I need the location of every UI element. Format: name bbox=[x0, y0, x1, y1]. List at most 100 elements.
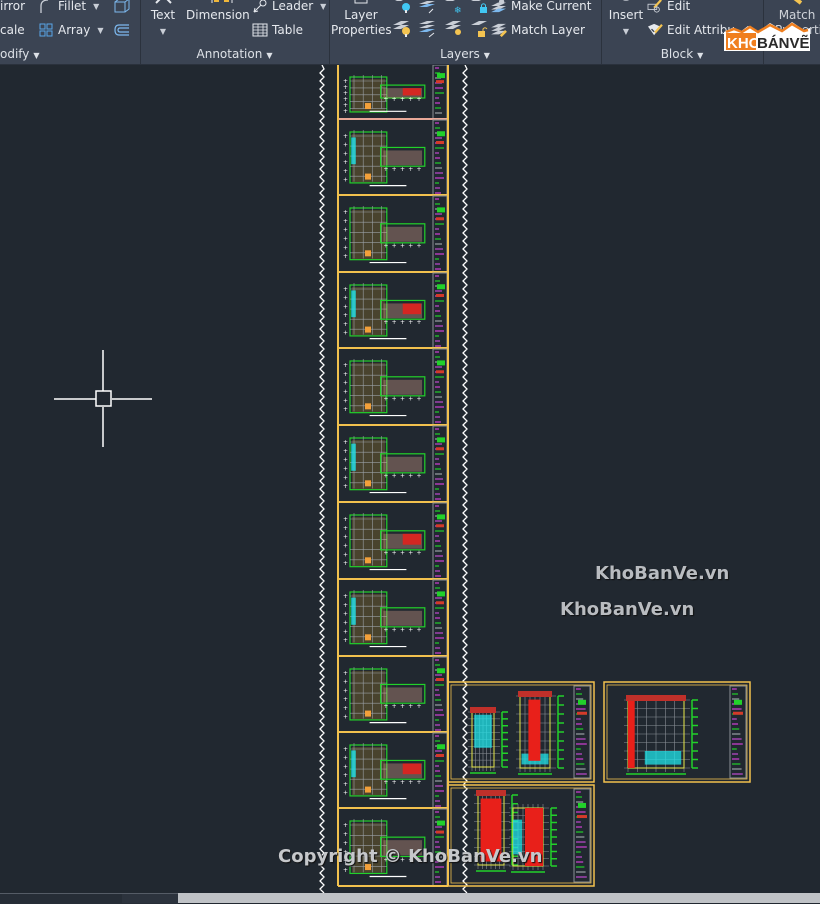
svg-text:+: + bbox=[343, 227, 348, 234]
svg-text:+: + bbox=[408, 243, 413, 250]
crosshair-cursor-icon bbox=[54, 350, 152, 447]
svg-text:+: + bbox=[343, 822, 348, 829]
svg-text:+: + bbox=[343, 142, 348, 149]
mirror-button[interactable]: irror bbox=[0, 0, 25, 13]
table-icon bbox=[252, 23, 268, 37]
ribbon: irror cale Fillet ▼ Array ▼ odify ▼ Text ▼ D… bbox=[0, 0, 820, 65]
modify-expand-icon[interactable]: ▼ bbox=[33, 51, 39, 60]
layer-freeze-icon: ❄ bbox=[445, 0, 462, 15]
svg-text:+: + bbox=[408, 550, 413, 557]
khobanve-logo: KHO BÁNVẼ bbox=[722, 20, 812, 52]
layer-properties-label-1: Layer bbox=[344, 8, 378, 22]
svg-text:+: + bbox=[343, 253, 348, 260]
svg-text:+: + bbox=[417, 550, 422, 557]
svg-text:+: + bbox=[343, 705, 348, 712]
table-label: Table bbox=[272, 23, 304, 37]
layers-panel: Layer Properties ❄ Make Current Match Lay… bbox=[329, 0, 602, 64]
array-dropdown-icon[interactable]: ▼ bbox=[97, 26, 103, 35]
svg-text:+: + bbox=[383, 166, 388, 173]
dimension-button[interactable]: Dimension bbox=[186, 8, 250, 23]
drawing-canvas[interactable]: + + + + + + + + + + + + + + + + + + + + + + + + + + + + + + + + + + + + + + + +… bbox=[0, 65, 820, 893]
svg-text:+: + bbox=[343, 593, 348, 600]
edit-block-button[interactable]: Edit bbox=[647, 0, 690, 13]
insert-dropdown-icon[interactable]: ▼ bbox=[623, 27, 629, 36]
modify-panel-title[interactable]: odify ▼ bbox=[0, 47, 140, 61]
floor-plan-drawing: +++++++ + + + + bbox=[343, 436, 426, 494]
section-drawing bbox=[516, 691, 564, 775]
fillet-label: Fillet bbox=[58, 0, 87, 13]
array-button[interactable]: Array ▼ bbox=[38, 23, 103, 37]
layer-properties-button[interactable]: Layer Properties bbox=[331, 8, 392, 38]
svg-text:+: + bbox=[383, 96, 388, 103]
annotation-expand-icon[interactable]: ▼ bbox=[266, 51, 272, 60]
insert-button[interactable]: Insert ▼ bbox=[605, 8, 647, 39]
svg-text:+: + bbox=[343, 457, 348, 464]
svg-text:+: + bbox=[343, 303, 348, 310]
svg-text:+: + bbox=[343, 397, 348, 404]
svg-text:+: + bbox=[392, 96, 397, 103]
annotation-panel-title[interactable]: Annotation ▼ bbox=[140, 47, 329, 61]
svg-text:+: + bbox=[343, 790, 348, 797]
layers-panel-title[interactable]: Layers ▼ bbox=[329, 47, 601, 61]
make-current-button[interactable]: Make Current bbox=[491, 0, 592, 13]
svg-text:+: + bbox=[408, 627, 413, 634]
svg-text:+: + bbox=[392, 243, 397, 250]
svg-text:+: + bbox=[400, 627, 405, 634]
array-label: Array bbox=[58, 23, 91, 37]
scale-button[interactable]: cale bbox=[0, 23, 25, 37]
table-button[interactable]: Table bbox=[252, 23, 303, 37]
svg-text:+: + bbox=[343, 389, 348, 396]
explode-icon[interactable] bbox=[113, 0, 131, 14]
fillet-button[interactable]: Fillet ▼ bbox=[38, 0, 99, 13]
floor-plan-drawing: +++++++ + + + + bbox=[343, 130, 426, 187]
svg-text:+: + bbox=[383, 396, 388, 403]
svg-text:+: + bbox=[343, 150, 348, 157]
layer-unlock-icon bbox=[471, 21, 488, 37]
leader-button[interactable]: Leader ▼ bbox=[252, 0, 326, 13]
annotation-panel: Text ▼ Dimension Leader ▼ Table Annotation… bbox=[140, 0, 330, 64]
svg-text:+: + bbox=[408, 319, 413, 326]
svg-text:+: + bbox=[343, 286, 348, 293]
layout-tabs-bar bbox=[0, 893, 820, 904]
dimension-icon bbox=[211, 0, 233, 3]
svg-text:+: + bbox=[343, 679, 348, 686]
fillet-dropdown-icon[interactable]: ▼ bbox=[93, 2, 99, 11]
svg-text:+: + bbox=[343, 371, 348, 378]
block-expand-icon[interactable]: ▼ bbox=[697, 51, 703, 60]
svg-text:+: + bbox=[383, 550, 388, 557]
offset-icon[interactable] bbox=[113, 22, 131, 38]
svg-text:+: + bbox=[343, 236, 348, 243]
layers-expand-icon[interactable]: ▼ bbox=[484, 51, 490, 60]
insert-label: Insert bbox=[608, 8, 644, 22]
edit-label: Edit bbox=[667, 0, 691, 13]
match-layer-label: Match Layer bbox=[511, 23, 585, 37]
svg-text:+: + bbox=[343, 244, 348, 251]
svg-text:+: + bbox=[408, 166, 413, 173]
svg-text:+: + bbox=[417, 96, 422, 103]
svg-text:+: + bbox=[343, 602, 348, 609]
logo-text-kho: KHO bbox=[727, 35, 761, 52]
svg-text:+: + bbox=[400, 96, 405, 103]
text-dropdown-icon[interactable]: ▼ bbox=[160, 27, 166, 36]
svg-text:+: + bbox=[343, 406, 348, 413]
insert-icon bbox=[622, 0, 630, 1]
leader-dropdown-icon[interactable]: ▼ bbox=[320, 2, 326, 11]
text-label: Text bbox=[150, 8, 176, 22]
layout-tab[interactable] bbox=[122, 893, 178, 903]
svg-text:+: + bbox=[392, 779, 397, 786]
svg-text:+: + bbox=[343, 781, 348, 788]
svg-text:+: + bbox=[343, 670, 348, 677]
svg-text:+: + bbox=[343, 696, 348, 703]
svg-text:+: + bbox=[383, 243, 388, 250]
svg-text:+: + bbox=[343, 551, 348, 558]
svg-text:+: + bbox=[392, 627, 397, 634]
svg-text:+: + bbox=[343, 108, 348, 115]
modify-title-text: odify bbox=[0, 47, 30, 61]
match-layer-button[interactable]: Match Layer bbox=[491, 23, 585, 37]
svg-text:+: + bbox=[400, 703, 405, 710]
make-current-icon bbox=[491, 0, 506, 13]
tab-divider bbox=[0, 893, 178, 894]
text-button[interactable]: Text ▼ bbox=[148, 8, 178, 39]
layer-isolate-icon bbox=[419, 0, 435, 14]
model-space-drawing[interactable]: +++++++ + + + ++++++++ + + + ++++++++ + + + ++++++++… bbox=[0, 65, 820, 893]
